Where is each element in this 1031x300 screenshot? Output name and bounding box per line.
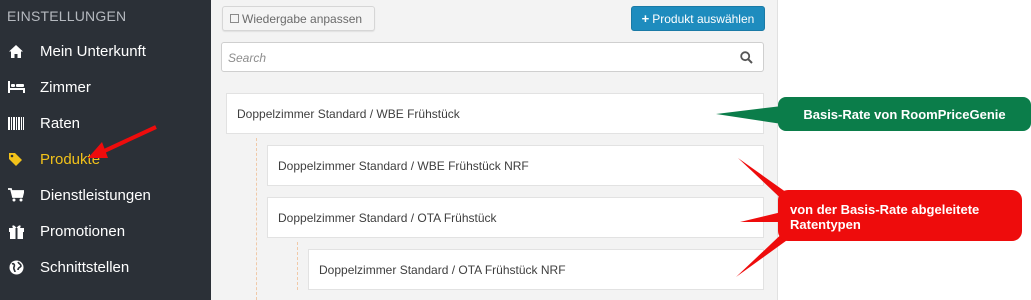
base-rate-callout: Basis-Rate von RoomPriceGenie [778,97,1031,131]
app-root: EINSTELLUNGEN Mein Unterkunft Zimmer Rat… [0,0,1031,300]
derived-rates-text-line1: von der Basis-Rate abgeleitete [790,202,980,217]
base-rate-text: Basis-Rate von RoomPriceGenie [803,106,1006,122]
annotation-overlay [88,106,790,277]
green-pointer-icon [716,106,782,124]
derived-rates-text-line2: Ratentypen [790,217,861,232]
derived-rates-callout: von der Basis-Rate abgeleitete Ratentype… [778,190,1022,241]
red-arrow-icon [99,125,157,155]
